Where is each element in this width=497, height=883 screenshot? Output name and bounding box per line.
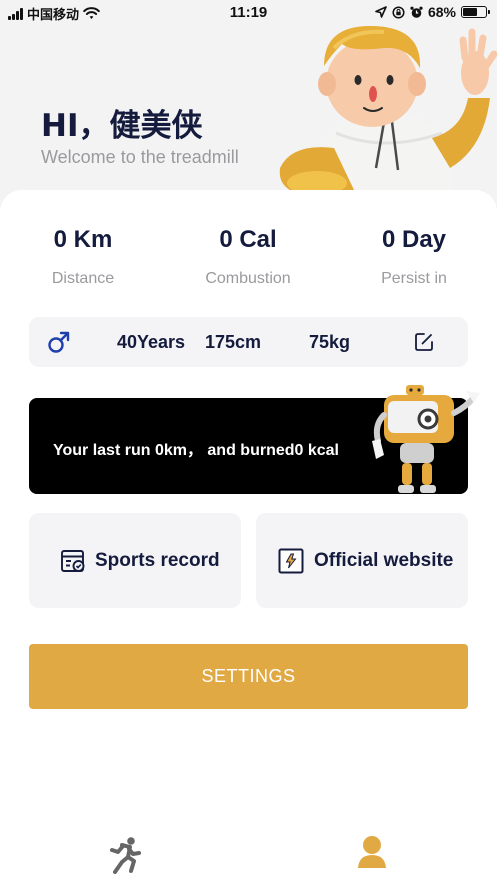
stat-label: Persist in <box>381 270 447 287</box>
profile-bar: 40Years 175cm 75kg <box>29 317 468 367</box>
website-icon <box>277 547 305 575</box>
alarm-icon <box>410 6 423 19</box>
battery-icon <box>461 6 490 18</box>
record-list-icon <box>60 548 86 574</box>
last-run-text: Your last run 0km， and burned0 kcal <box>53 442 340 459</box>
sports-record-label: Sports record <box>95 549 220 571</box>
stats-row: 0 Km Distance 0 Cal Combustion 0 Day Per… <box>0 226 497 296</box>
lock-rotation-icon <box>392 5 405 19</box>
profile-weight: 75kg <box>309 332 351 352</box>
location-icon <box>375 6 387 18</box>
official-website-button[interactable]: Official website <box>256 513 468 608</box>
stat-label: Combustion <box>205 270 291 287</box>
running-icon <box>107 835 141 875</box>
official-website-label: Official website <box>314 549 454 571</box>
stat-distance: 0 Km Distance <box>8 226 158 288</box>
settings-button[interactable]: SETTINGS <box>29 644 468 709</box>
mascot-illustration <box>279 26 497 193</box>
male-icon <box>47 330 71 359</box>
tab-bar <box>0 830 497 883</box>
stat-combustion: 0 Cal Combustion <box>173 226 323 288</box>
profile-age: 40Years <box>117 332 186 352</box>
sports-record-button[interactable]: Sports record <box>29 513 241 608</box>
stat-persist: 0 Day Persist in <box>339 226 489 288</box>
stat-value: 0 Cal <box>219 226 277 253</box>
edit-icon[interactable] <box>413 331 435 358</box>
stat-label: Distance <box>51 270 115 287</box>
main-card: 0 Km Distance 0 Cal Combustion 0 Day Per… <box>0 190 497 883</box>
robot-illustration <box>372 385 480 493</box>
greeting-title: HI，健美侠 <box>41 108 203 144</box>
tab-run[interactable] <box>107 835 141 875</box>
stat-value: 0 Day <box>381 226 447 253</box>
tab-profile[interactable] <box>356 834 388 870</box>
profile-height: 175cm <box>205 332 262 352</box>
stat-value: 0 Km <box>53 226 113 253</box>
welcome-subtitle: Welcome to the treadmill <box>41 147 239 167</box>
user-icon <box>356 834 388 870</box>
